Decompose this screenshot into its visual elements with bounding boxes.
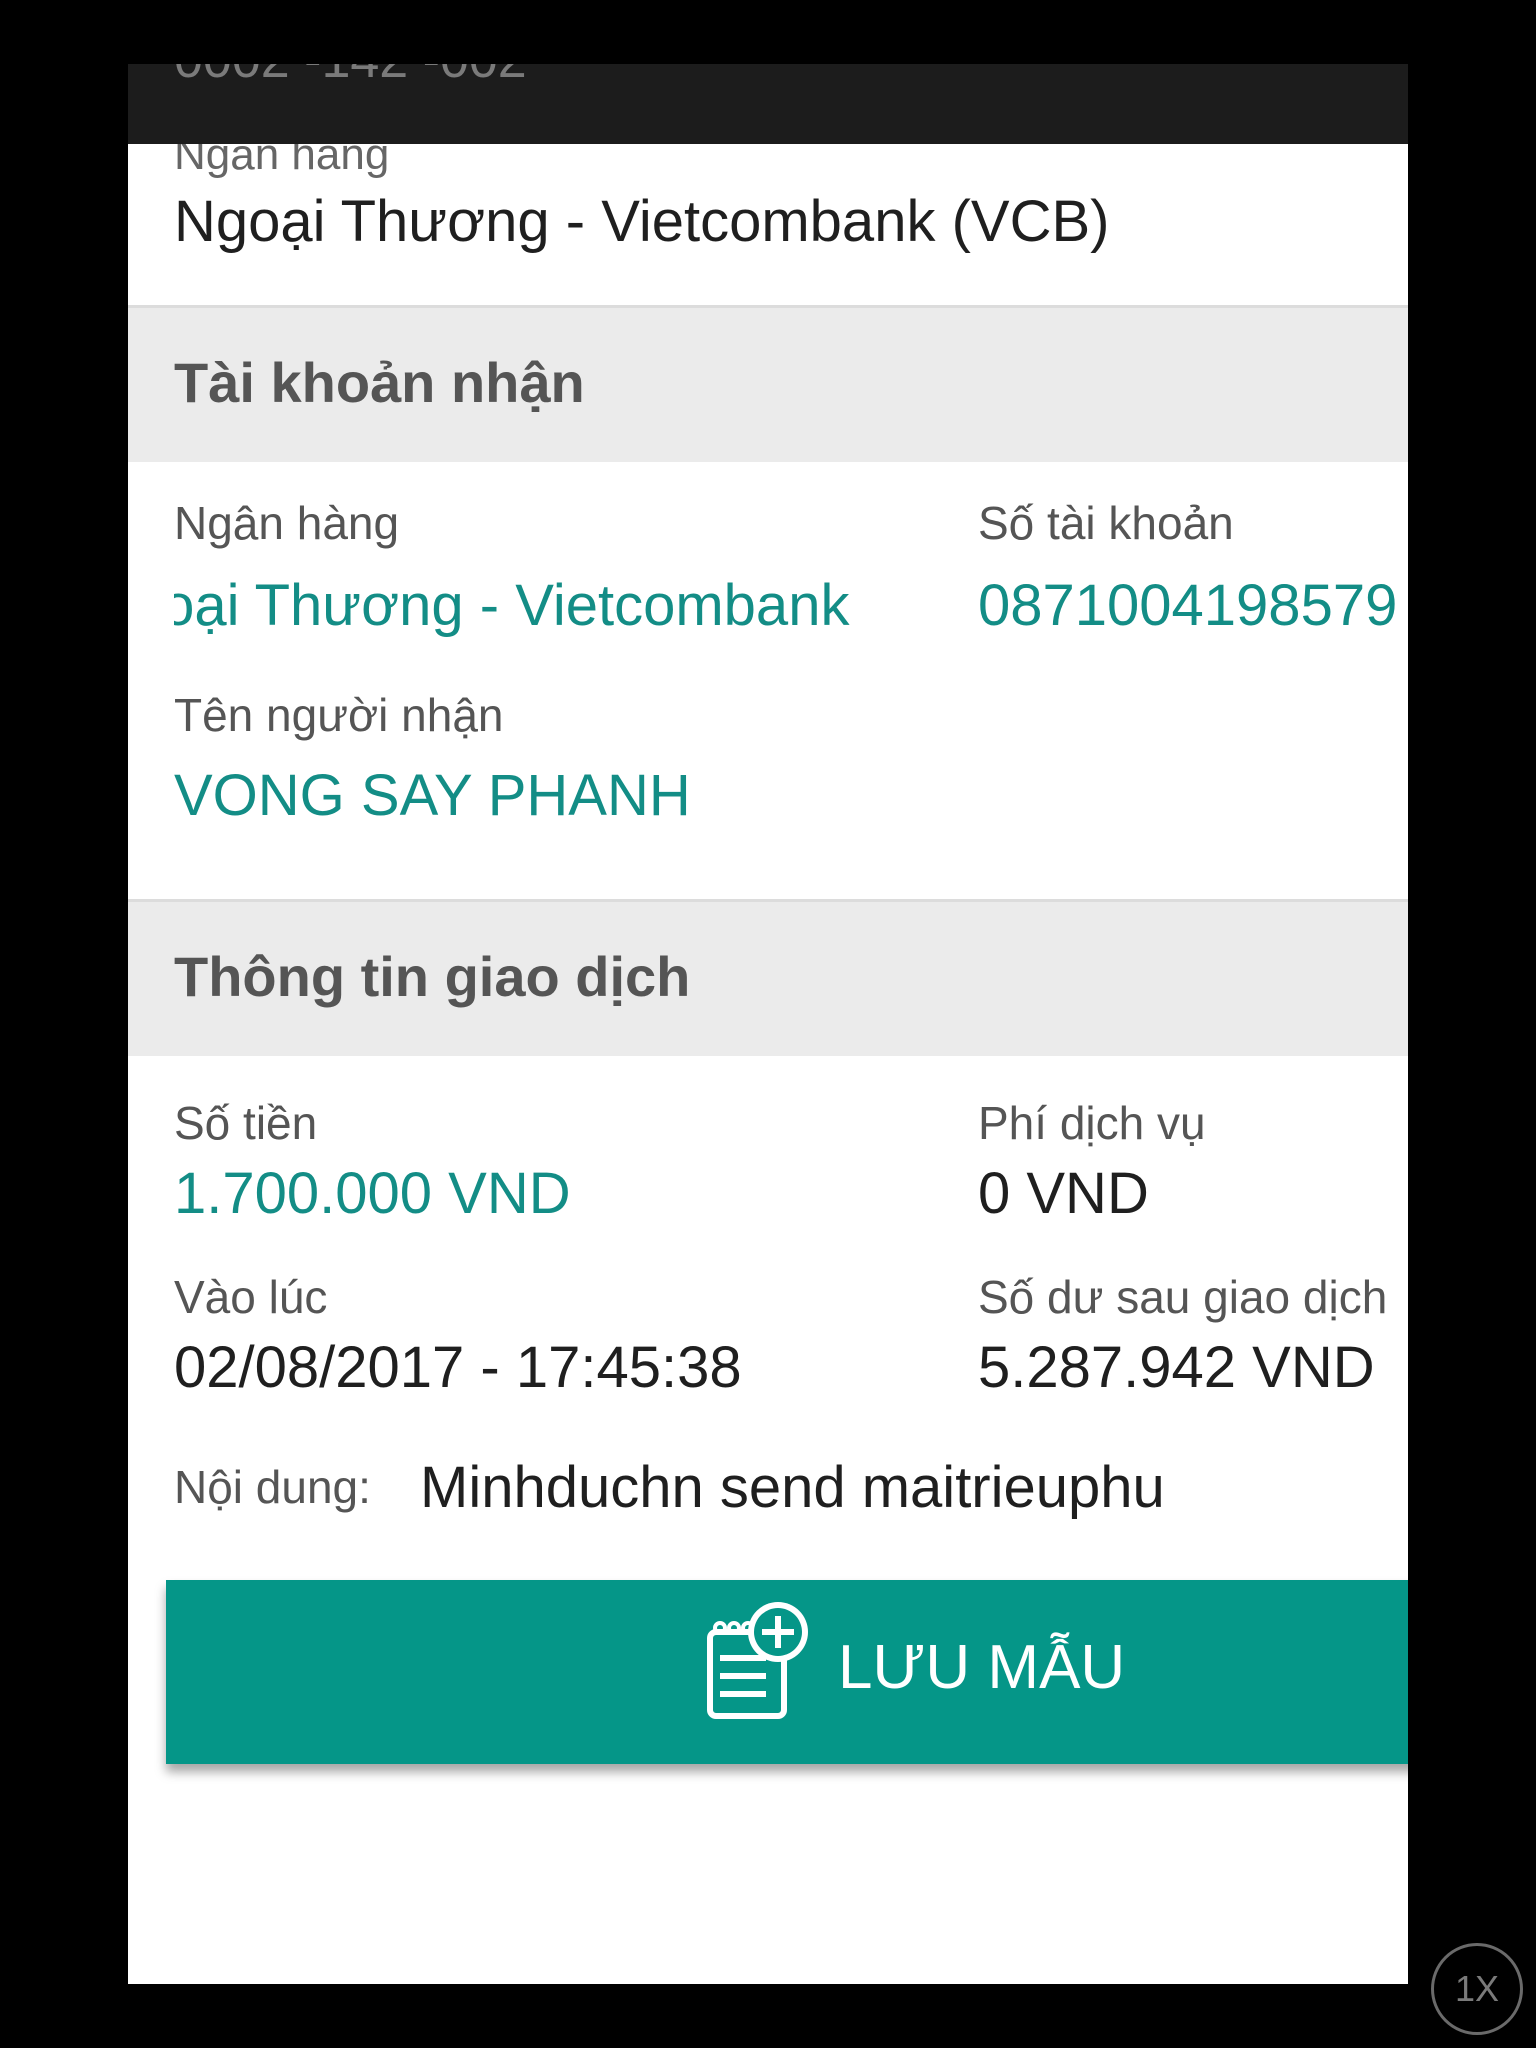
receiver-section-title: Tài khoản nhận: [174, 351, 585, 414]
balance-label-clip: Số dư sau giao dịch: [978, 1264, 1408, 1330]
top-bar: 0002 -142 -002: [128, 64, 1408, 144]
fee-label: Phí dịch vụ: [978, 1097, 1206, 1149]
top-bar-cut-text: 0002 -142 -002: [174, 64, 527, 90]
transaction-section-title: Thông tin giao dịch: [174, 945, 691, 1008]
transaction-detail-screen: 0002 -142 -002 Ngân hàng Ngoại Thương - …: [128, 64, 1408, 1984]
amount-value: 1.700.000 VND: [174, 1161, 571, 1226]
save-template-label: LƯU MẪU: [838, 1633, 1126, 1702]
receiver-name-label: Tên người nhận: [174, 689, 504, 741]
receiver-account-value-clip: 0871004198579: [978, 568, 1408, 648]
transaction-section-header: Thông tin giao dịch: [128, 899, 1408, 1056]
playback-speed-label: 1X: [1454, 1968, 1500, 2009]
time-value: 02/08/2017 - 17:45:38: [174, 1335, 742, 1400]
content-value: Minhduchn send maitrieuphu: [420, 1455, 1165, 1520]
time-label: Vào lúc: [174, 1271, 328, 1323]
receiver-account-value: 0871004198579: [978, 573, 1398, 638]
receiver-section-header: Tài khoản nhận: [128, 305, 1408, 462]
receiver-bank-value-clip: Ngoại Thương - Vietcombank: [174, 568, 886, 648]
amount-label: Số tiền: [174, 1097, 318, 1149]
save-template-button[interactable]: LƯU MẪU: [166, 1580, 1408, 1764]
balance-value: 5.287.942 VND: [978, 1335, 1375, 1400]
fee-value: 0 VND: [978, 1161, 1149, 1226]
sender-bank-value: Ngoại Thương - Vietcombank (VCB): [174, 189, 1110, 254]
receiver-name-value: VONG SAY PHANH: [174, 763, 691, 828]
receiver-bank-value: Ngoại Thương - Vietcombank: [174, 573, 850, 638]
sender-bank-label: Ngân hàng: [174, 144, 390, 179]
balance-label: Số dư sau giao dịch: [978, 1271, 1388, 1323]
template-add-icon: [707, 1602, 808, 1719]
receiver-bank-label: Ngân hàng: [174, 497, 400, 549]
content-label: Nội dung:: [174, 1461, 371, 1513]
receiver-account-label: Số tài khoản: [978, 497, 1234, 549]
playback-speed-button[interactable]: 1X: [1431, 1943, 1523, 2035]
